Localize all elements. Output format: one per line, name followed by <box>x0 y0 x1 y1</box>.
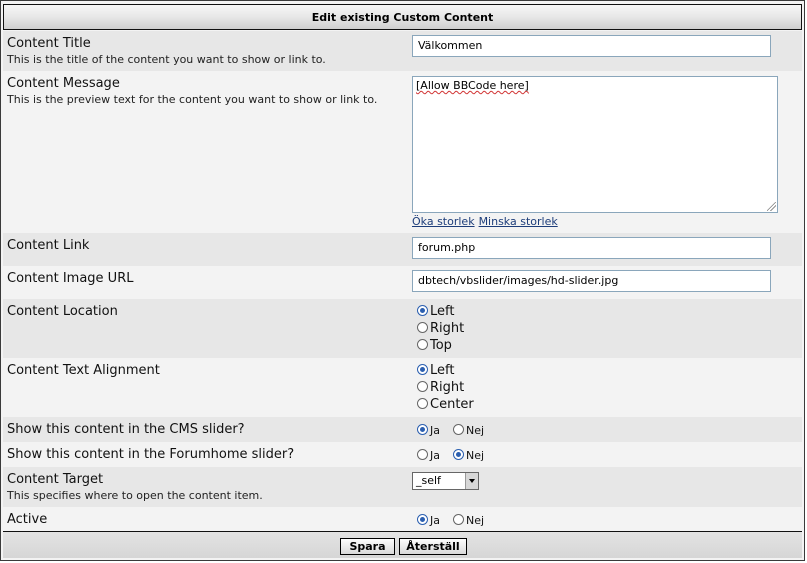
content-text-alignment-label: Content Text Alignment <box>7 363 160 378</box>
alignment-option-right-label: Right <box>430 380 465 395</box>
content-link-input[interactable]: forum.php <box>412 237 771 259</box>
content-title-label: Content Title <box>7 36 91 51</box>
location-option-left[interactable]: Left <box>417 304 454 319</box>
row-show-forumhome-slider: Show this content in the Forumhome slide… <box>3 442 802 467</box>
content-link-label: Content Link <box>7 238 90 253</box>
resize-grip-icon[interactable] <box>767 202 776 211</box>
row-content-text-alignment: Content Text Alignment Left Right Center <box>3 358 802 417</box>
form-footer: Spara Återställ <box>3 531 802 558</box>
show-forumhome-yes[interactable]: Ja <box>417 449 440 462</box>
chevron-down-icon[interactable] <box>465 473 478 489</box>
active-no-label: Nej <box>466 514 485 527</box>
content-target-description: This specifies where to open the content… <box>7 489 263 502</box>
row-content-location: Content Location Left Right Top <box>3 299 802 358</box>
radio-unselected-icon[interactable] <box>417 398 428 409</box>
form-title: Edit existing Custom Content <box>311 11 494 24</box>
content-title-input[interactable]: Välkommen <box>412 35 771 57</box>
reset-button[interactable]: Återställ <box>399 538 467 555</box>
show-cms-yes[interactable]: Ja <box>417 424 440 437</box>
form-header: Edit existing Custom Content <box>3 4 802 30</box>
show-forumhome-label: Show this content in the Forumhome slide… <box>7 447 295 462</box>
show-forumhome-no-label: Nej <box>466 449 485 462</box>
save-button[interactable]: Spara <box>340 538 395 555</box>
location-option-top-label: Top <box>430 338 452 353</box>
radio-unselected-icon[interactable] <box>417 339 428 350</box>
row-content-target: Content Target This specifies where to o… <box>3 467 802 507</box>
show-forumhome-yes-label: Ja <box>430 449 440 462</box>
active-no[interactable]: Nej <box>453 514 484 527</box>
location-option-top[interactable]: Top <box>417 338 452 353</box>
active-yes[interactable]: Ja <box>417 514 440 527</box>
content-title-description: This is the title of the content you wan… <box>7 53 326 66</box>
location-option-left-label: Left <box>430 304 455 319</box>
content-message-text: [Allow BBCode here] <box>416 79 529 92</box>
radio-unselected-icon[interactable] <box>417 381 428 392</box>
radio-unselected-icon[interactable] <box>453 514 464 525</box>
content-message-description: This is the preview text for the content… <box>7 93 378 106</box>
show-cms-yes-label: Ja <box>430 424 440 437</box>
content-target-select[interactable]: _self <box>412 472 479 490</box>
alignment-option-center[interactable]: Center <box>417 397 474 412</box>
content-target-value: _self <box>416 474 441 487</box>
edit-custom-content-form: Edit existing Custom Content Content Tit… <box>0 0 805 561</box>
row-content-image-url: Content Image URL dbtech/vbslider/images… <box>3 266 802 299</box>
location-option-right[interactable]: Right <box>417 321 464 336</box>
radio-unselected-icon[interactable] <box>417 449 428 460</box>
row-content-title: Content Title This is the title of the c… <box>3 31 802 71</box>
radio-selected-icon[interactable] <box>417 364 428 375</box>
alignment-option-left-label: Left <box>430 363 455 378</box>
show-cms-no-label: Nej <box>466 424 485 437</box>
radio-unselected-icon[interactable] <box>417 322 428 333</box>
textarea-size-links: Öka storlek Minska storlek <box>412 215 562 228</box>
radio-selected-icon[interactable] <box>417 305 428 316</box>
content-message-textarea[interactable]: [Allow BBCode here] <box>412 76 778 213</box>
row-content-link: Content Link forum.php <box>3 233 802 266</box>
radio-selected-icon[interactable] <box>417 424 428 435</box>
show-cms-no[interactable]: Nej <box>453 424 484 437</box>
content-target-label: Content Target <box>7 472 104 487</box>
decrease-size-link[interactable]: Minska storlek <box>479 215 558 228</box>
active-label: Active <box>7 512 48 527</box>
show-cms-label: Show this content in the CMS slider? <box>7 422 245 437</box>
alignment-option-left[interactable]: Left <box>417 363 454 378</box>
radio-selected-icon[interactable] <box>417 514 428 525</box>
location-option-right-label: Right <box>430 321 465 336</box>
content-image-url-input[interactable]: dbtech/vbslider/images/hd-slider.jpg <box>412 270 771 292</box>
alignment-option-center-label: Center <box>430 397 474 412</box>
increase-size-link[interactable]: Öka storlek <box>412 215 475 228</box>
active-yes-label: Ja <box>430 514 440 527</box>
content-location-label: Content Location <box>7 304 118 319</box>
row-active: Active Ja Nej <box>3 507 802 531</box>
radio-unselected-icon[interactable] <box>453 424 464 435</box>
alignment-option-right[interactable]: Right <box>417 380 464 395</box>
content-image-url-label: Content Image URL <box>7 271 134 286</box>
radio-selected-icon[interactable] <box>453 449 464 460</box>
content-message-label: Content Message <box>7 76 120 91</box>
row-show-cms-slider: Show this content in the CMS slider? Ja … <box>3 417 802 442</box>
row-content-message: Content Message This is the preview text… <box>3 71 802 233</box>
show-forumhome-no[interactable]: Nej <box>453 449 484 462</box>
